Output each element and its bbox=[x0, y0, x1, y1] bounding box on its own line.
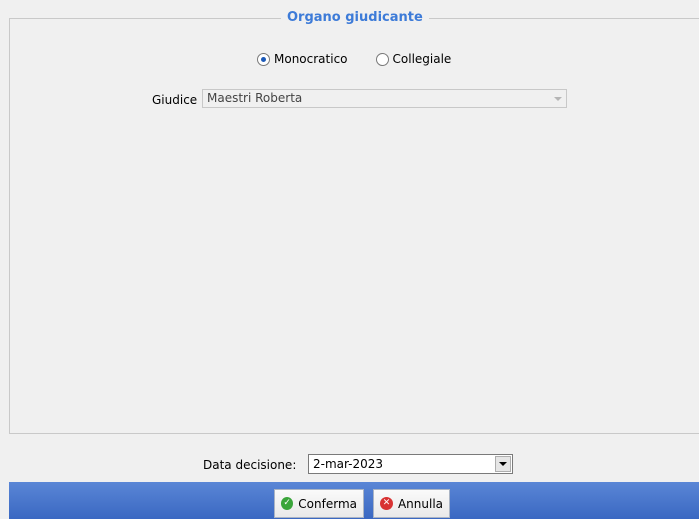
dropdown-button[interactable] bbox=[495, 456, 511, 472]
chevron-down-icon[interactable] bbox=[554, 97, 562, 101]
giudice-select[interactable]: Maestri Roberta bbox=[202, 89, 567, 108]
giudice-value: Maestri Roberta bbox=[207, 91, 303, 105]
radio-monocratico-label: Monocratico bbox=[274, 52, 348, 66]
data-decisione-select[interactable]: 2-mar-2023 bbox=[308, 454, 513, 474]
confirm-label: Conferma bbox=[298, 496, 357, 511]
organo-giudicante-title: Organo giudicante bbox=[281, 9, 429, 27]
radio-dot bbox=[261, 56, 266, 62]
organo-radio-group: Monocratico Collegiale bbox=[257, 50, 451, 68]
organo-giudicante-panel bbox=[9, 18, 699, 434]
data-decisione-label: Data decisione: bbox=[203, 458, 297, 472]
check-icon: ✓ bbox=[281, 497, 294, 510]
confirm-button[interactable]: ✓ Conferma bbox=[274, 489, 364, 518]
giudice-label: Giudice bbox=[152, 93, 198, 107]
cancel-button[interactable]: ✕ Annulla bbox=[373, 489, 450, 518]
radio-button-selected[interactable] bbox=[257, 52, 270, 66]
cancel-label: Annulla bbox=[397, 496, 443, 511]
radio-collegiale[interactable]: Collegiale bbox=[375, 52, 452, 66]
x-icon: ✕ bbox=[380, 497, 393, 510]
data-decisione-value: 2-mar-2023 bbox=[313, 457, 384, 471]
triangle-down-icon bbox=[499, 462, 507, 466]
radio-monocratico[interactable]: Monocratico bbox=[257, 52, 348, 66]
radio-button[interactable] bbox=[375, 52, 389, 66]
radio-collegiale-label: Collegiale bbox=[392, 52, 452, 66]
